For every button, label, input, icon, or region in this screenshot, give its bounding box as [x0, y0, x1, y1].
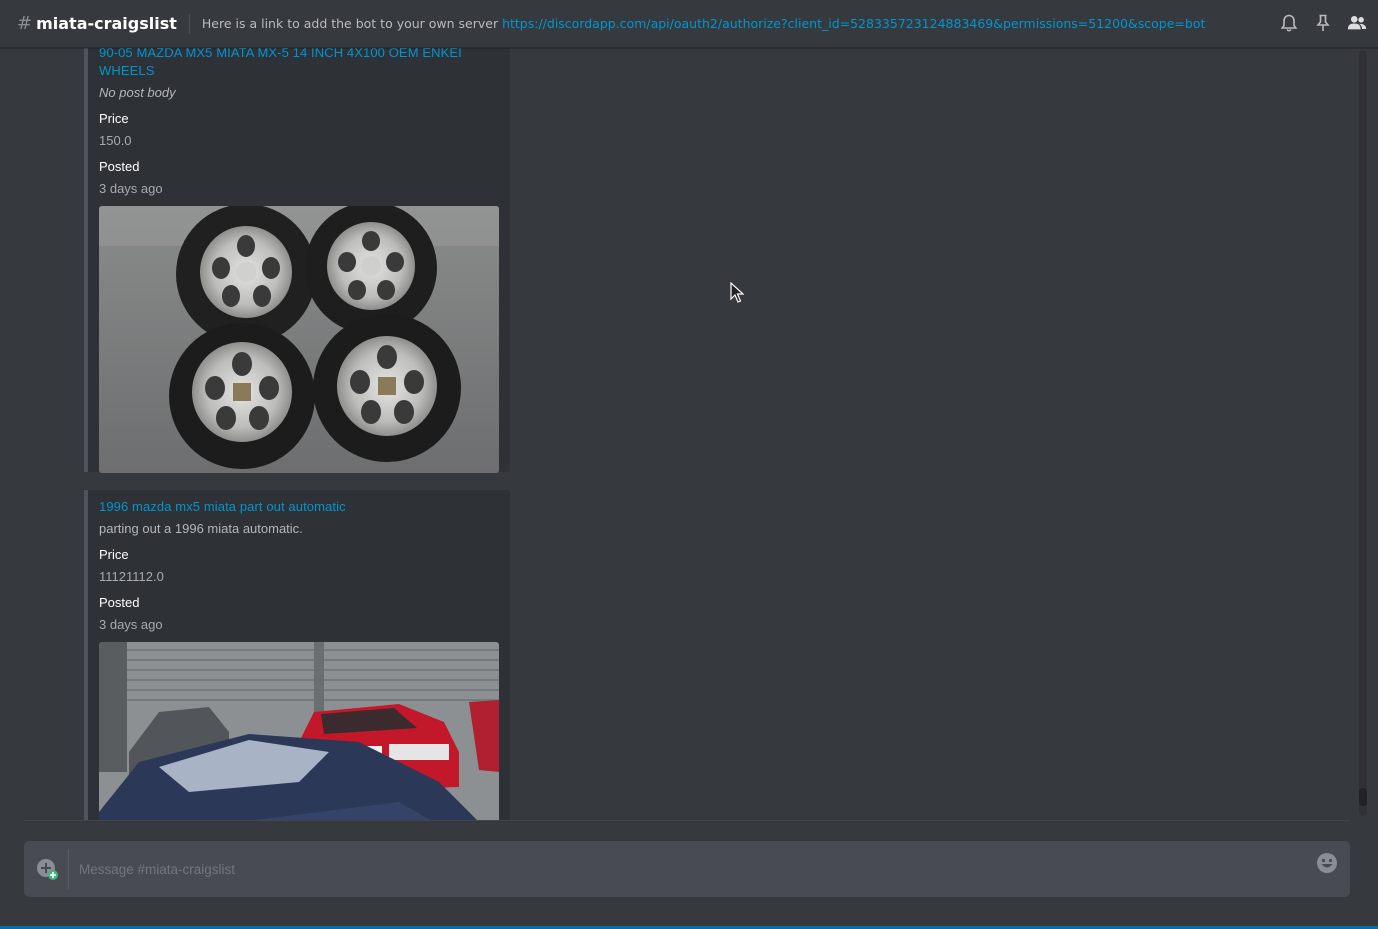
channel-header: # miata-craigslist Here is a link to add…: [0, 0, 1378, 48]
header-toolbar: [1278, 12, 1368, 34]
emoji-icon[interactable]: [1316, 852, 1338, 874]
topic-text: Here is a link to add the bot to your ow…: [201, 16, 503, 31]
field-value-posted: 3 days ago: [99, 181, 163, 196]
embed-image-cars[interactable]: [99, 642, 499, 820]
field-value-price: 11121112.0: [99, 569, 164, 584]
scrollbar-thumb[interactable]: [1359, 788, 1367, 806]
field-name-price: Price: [99, 111, 129, 126]
embed-description: No post body: [99, 85, 176, 100]
topic-invite-link[interactable]: https://discordapp.com/api/oauth2/author…: [502, 16, 1205, 31]
channel-hash-icon: #: [17, 13, 33, 34]
bell-icon[interactable]: [1278, 12, 1300, 34]
embed-image-wheels[interactable]: [99, 206, 499, 473]
field-value-price: 150.0: [99, 133, 132, 148]
channel-name: miata-craigslist: [36, 14, 177, 33]
message-composer: [24, 841, 1350, 897]
listing-embed: 1996 mazda mx5 miata part out automatic …: [84, 490, 510, 820]
listing-embed: 90-05 MAZDA MX5 MIATA MX-5 14 INCH 4X100…: [84, 48, 510, 473]
field-name-price: Price: [99, 547, 129, 562]
channel-topic: Here is a link to add the bot to your ow…: [202, 16, 1205, 31]
field-value-posted: 3 days ago: [99, 617, 163, 632]
field-name-posted: Posted: [99, 595, 140, 610]
embed-title-link[interactable]: 90-05 MAZDA MX5 MIATA MX-5 14 INCH 4X100…: [99, 48, 500, 80]
composer-separator: [68, 849, 69, 889]
pin-icon[interactable]: [1312, 12, 1334, 34]
scrollbar-track[interactable]: [1359, 50, 1367, 816]
composer-divider: [24, 820, 1350, 821]
members-icon[interactable]: [1346, 12, 1368, 34]
embed-description: parting out a 1996 miata automatic.: [99, 521, 303, 536]
message-list[interactable]: 90-05 MAZDA MX5 MIATA MX-5 14 INCH 4X100…: [0, 48, 1358, 820]
mouse-cursor-icon: [730, 281, 745, 304]
message-input[interactable]: [79, 855, 1299, 883]
upload-icon[interactable]: [36, 858, 58, 880]
header-divider: [188, 13, 190, 34]
embed-title-link[interactable]: 1996 mazda mx5 miata part out automatic: [99, 498, 500, 516]
field-name-posted: Posted: [99, 159, 140, 174]
app-window: # miata-craigslist Here is a link to add…: [0, 0, 1378, 929]
